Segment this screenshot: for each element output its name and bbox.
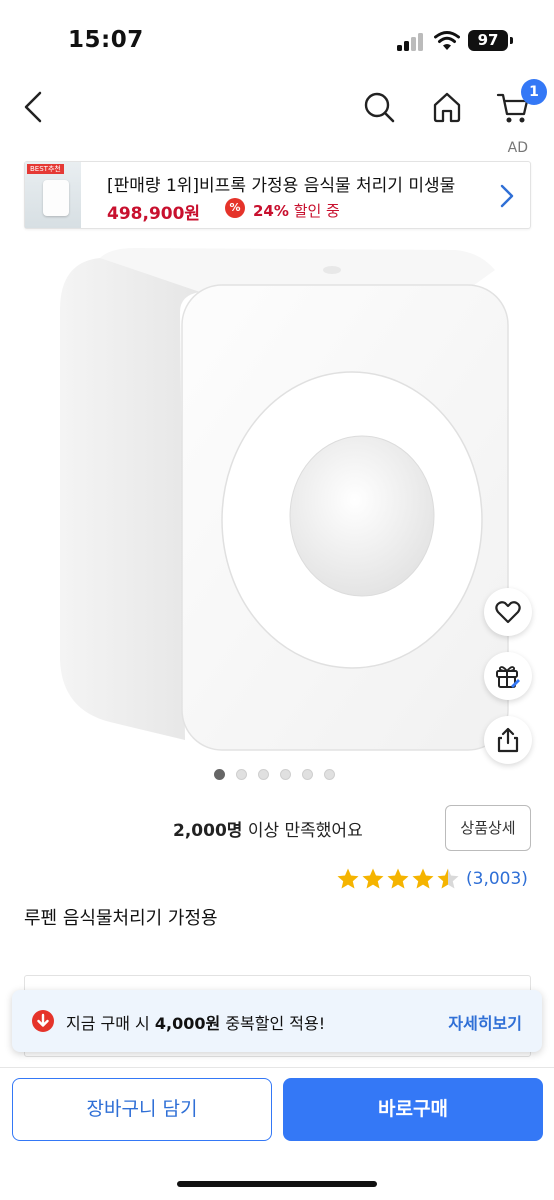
star-icon [437,868,459,889]
home-indicator [177,1181,377,1187]
toast-message: 지금 구매 시 4,000원 중복할인 적용! [66,1010,325,1034]
ad-thumbnail: BEST추천 [25,162,81,228]
ad-discount-suffix: 할인 중 [293,202,340,220]
status-time: 15:07 [68,27,144,53]
status-bar: 15:07 97 [0,0,554,80]
star-icon [387,868,409,889]
pagination-dot[interactable] [280,769,291,780]
ad-title: [판매량 1위]비프록 가정용 음식물 처리기 미생물 [107,176,456,196]
pagination-dot[interactable] [236,769,247,780]
product-detail-button[interactable]: 상품상세 [445,805,531,851]
best-badge: BEST추천 [27,164,64,174]
cart-count-badge: 1 [521,79,547,105]
toast-suffix: 중복할인 적용! [225,1014,326,1033]
star-icon [337,868,359,889]
add-to-cart-button[interactable]: 장바구니 담기 [12,1078,272,1141]
product-name: 루펜 음식물처리기 가정용 [24,908,218,929]
toast-amount: 4,000원 [154,1014,221,1033]
ad-banner[interactable]: BEST추천 [판매량 1위]비프록 가정용 음식물 처리기 미생물 498,9… [24,161,531,229]
discount-toast[interactable]: 지금 구매 시 4,000원 중복할인 적용! 자세히보기 [12,990,542,1052]
cellular-signal-icon [397,33,425,51]
wifi-icon [434,31,460,50]
top-nav [0,80,554,136]
search-icon[interactable] [362,90,396,124]
heart-icon [495,601,521,624]
home-icon[interactable] [430,90,464,124]
gift-button[interactable] [484,652,532,700]
pagination-dot[interactable] [258,769,269,780]
satisfaction-label: 이상 만족했어요 [247,821,363,841]
ad-discount-rate: 24% [253,202,289,220]
review-count[interactable]: (3,003) [466,869,528,889]
toast-prefix: 지금 구매 시 [66,1014,150,1033]
product-image[interactable] [0,240,554,780]
ad-price: 498,900원 [107,204,201,224]
battery-tip [510,37,513,44]
bottom-divider [0,1067,554,1068]
ad-label: AD [507,140,528,156]
pagination-dot[interactable] [214,769,225,780]
buy-now-button[interactable]: 바로구매 [283,1078,543,1141]
battery-icon: 97 [468,30,508,51]
star-icon [412,868,434,889]
satisfaction-text: 2,000명 이상 만족했어요 [173,816,363,841]
chevron-right-icon [500,184,514,208]
ad-product-image [43,180,69,216]
arrow-down-icon [32,1010,54,1032]
satisfaction-count: 2,000명 [173,821,243,841]
back-icon[interactable] [20,90,46,124]
star-icon [362,868,384,889]
pagination-dot[interactable] [324,769,335,780]
ad-discount: 24% 할인 중 [253,200,340,221]
toast-details-link[interactable]: 자세히보기 [448,1010,522,1034]
pagination-dot[interactable] [302,769,313,780]
share-button[interactable] [484,716,532,764]
gift-icon [496,666,520,688]
share-icon [497,727,519,753]
wishlist-button[interactable] [484,588,532,636]
discount-percent-icon: % [225,198,245,218]
